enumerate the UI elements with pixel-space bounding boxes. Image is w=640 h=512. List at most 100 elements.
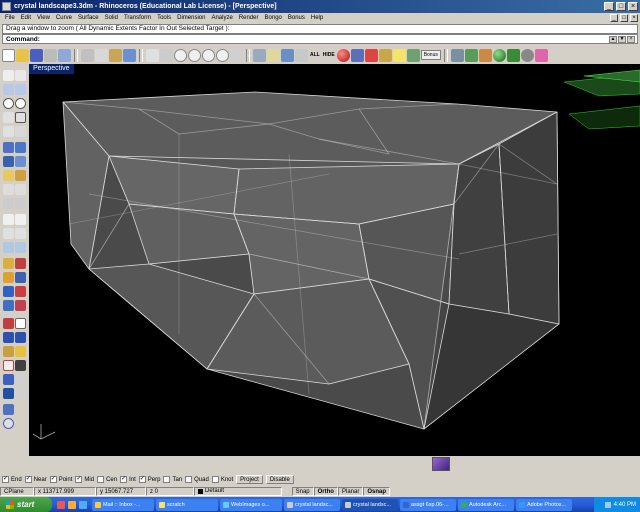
boolean-difference-icon[interactable] [464,48,478,62]
osnap-quad[interactable]: Quad [185,476,209,483]
task-scratch[interactable]: scratch [156,498,218,511]
ortho-toggle[interactable]: Ortho [313,486,338,496]
task-assignment[interactable]: assgt 6sp.06-... [400,498,456,511]
twist-icon[interactable] [15,332,26,343]
taper-icon[interactable] [15,346,26,357]
rotate-icon[interactable] [3,286,14,297]
undo-icon[interactable] [123,48,136,62]
osnap-perp-checkbox[interactable]: ✓ [138,476,146,483]
menu-help[interactable]: Help [308,15,326,21]
crystal-box[interactable] [62,91,560,430]
zoom-dynamic-icon[interactable] [174,48,187,62]
polygon-icon[interactable] [3,126,14,137]
command-close-icon[interactable]: × [627,36,635,43]
command-input[interactable] [41,35,342,43]
move-icon[interactable] [15,242,26,253]
menu-view[interactable]: View [34,15,53,21]
analyze-icon[interactable] [3,258,14,269]
menu-render[interactable]: Render [236,15,262,21]
layout-icon[interactable] [3,404,14,415]
pan-icon[interactable] [146,48,159,62]
curve-icon[interactable] [15,84,26,95]
task-autodesk[interactable]: Autodesk Arc... [458,498,514,511]
palette-icon[interactable] [534,48,548,62]
zoom-selected-icon[interactable] [216,48,229,62]
perspective-viewport[interactable]: Perspective [29,64,640,456]
rotate-view-icon[interactable] [160,48,173,62]
osnap-int-checkbox[interactable]: ✓ [120,476,128,483]
task-photoshop[interactable]: Adobe Photos... [516,498,572,511]
planar-toggle[interactable]: Planar [337,486,364,496]
command-scroll-up-icon[interactable]: ▲ [609,36,617,43]
menu-curve[interactable]: Curve [53,15,75,21]
fillet-icon[interactable] [3,300,14,311]
menu-surface[interactable]: Surface [75,15,102,21]
flow-icon[interactable] [3,332,14,343]
render-sphere-icon[interactable] [336,48,350,62]
viewport-title-tab[interactable]: Perspective [29,64,74,74]
osnap-perp[interactable]: ✓ Perp [138,476,160,483]
import-icon[interactable] [58,48,71,62]
render-preview-thumbnail[interactable] [432,457,450,471]
osnap-project-button[interactable]: Project [236,475,263,484]
green-landscape-object[interactable] [563,69,640,130]
explode-icon[interactable] [3,198,14,209]
select-arrow-icon[interactable] [3,70,14,81]
loft-icon[interactable] [478,48,492,62]
doc-close-button[interactable]: × [630,14,638,22]
osnap-point[interactable]: ✓ Point [49,476,72,483]
osnap-mid-checkbox[interactable]: ✓ [75,476,83,483]
menu-analyze[interactable]: Analyze [208,15,235,21]
sphere-icon[interactable] [492,48,506,62]
gear-icon[interactable] [520,48,534,62]
lock-icon[interactable] [378,48,392,62]
hide-button[interactable]: HIDE [322,52,336,58]
open-file-icon[interactable] [16,48,29,62]
block-icon[interactable] [15,228,26,239]
split-icon[interactable] [15,170,26,181]
paint-bucket-icon[interactable] [3,318,14,329]
bonus-tools-button[interactable]: Bonus [420,50,441,60]
tree-icon[interactable] [506,48,520,62]
point-icon[interactable] [15,70,26,81]
minimize-button[interactable]: _ [604,2,614,11]
explorer-icon[interactable] [79,500,87,509]
trim-icon[interactable] [3,184,14,195]
select-all-icon[interactable] [295,48,308,62]
doc-minimize-button[interactable]: _ [610,14,618,22]
cage-edit-icon[interactable] [15,360,26,371]
circle-icon[interactable] [3,98,14,109]
menu-transform[interactable]: Transform [121,15,154,21]
osnap-quad-checkbox[interactable] [185,476,193,483]
task-crystal-landscape-1[interactable]: crystal landsc... [284,498,340,511]
show-all-button[interactable]: ALL [309,52,321,58]
offset-curve-icon[interactable] [15,126,26,137]
arc-icon[interactable] [3,112,14,123]
title-bar[interactable]: crystal landscape3.3dm - Rhinoceros (Edu… [0,0,640,13]
osnap-end[interactable]: ✓ End [2,476,22,483]
dimension-icon[interactable] [15,214,26,225]
media-player-icon[interactable] [68,500,76,509]
unroll-icon[interactable] [3,374,14,385]
extrude-icon[interactable] [15,142,26,153]
osnap-end-checkbox[interactable]: ✓ [2,476,9,483]
osnap-toggle[interactable]: Osnap [363,486,390,496]
copy-icon[interactable] [95,48,108,62]
osnap-int[interactable]: ✓ Int [120,476,136,483]
render-preview-icon[interactable] [15,258,26,269]
doc-restore-button[interactable]: □ [620,14,628,22]
properties-icon[interactable] [281,48,294,62]
osnap-cen[interactable]: Cen [97,476,117,483]
menu-edit[interactable]: Edit [18,15,34,21]
osnap-tan-checkbox[interactable] [163,476,171,483]
tray-icon[interactable] [604,501,611,508]
shade-icon[interactable] [350,48,364,62]
chamfer-icon[interactable] [15,300,26,311]
layers-icon[interactable] [267,48,280,62]
polyline-icon[interactable] [3,84,14,95]
rhino-app-icon[interactable] [2,2,11,11]
save-icon[interactable] [30,48,43,62]
browser-icon[interactable] [57,500,65,509]
bend-icon[interactable] [3,346,14,357]
mesh-icon[interactable] [3,170,14,181]
